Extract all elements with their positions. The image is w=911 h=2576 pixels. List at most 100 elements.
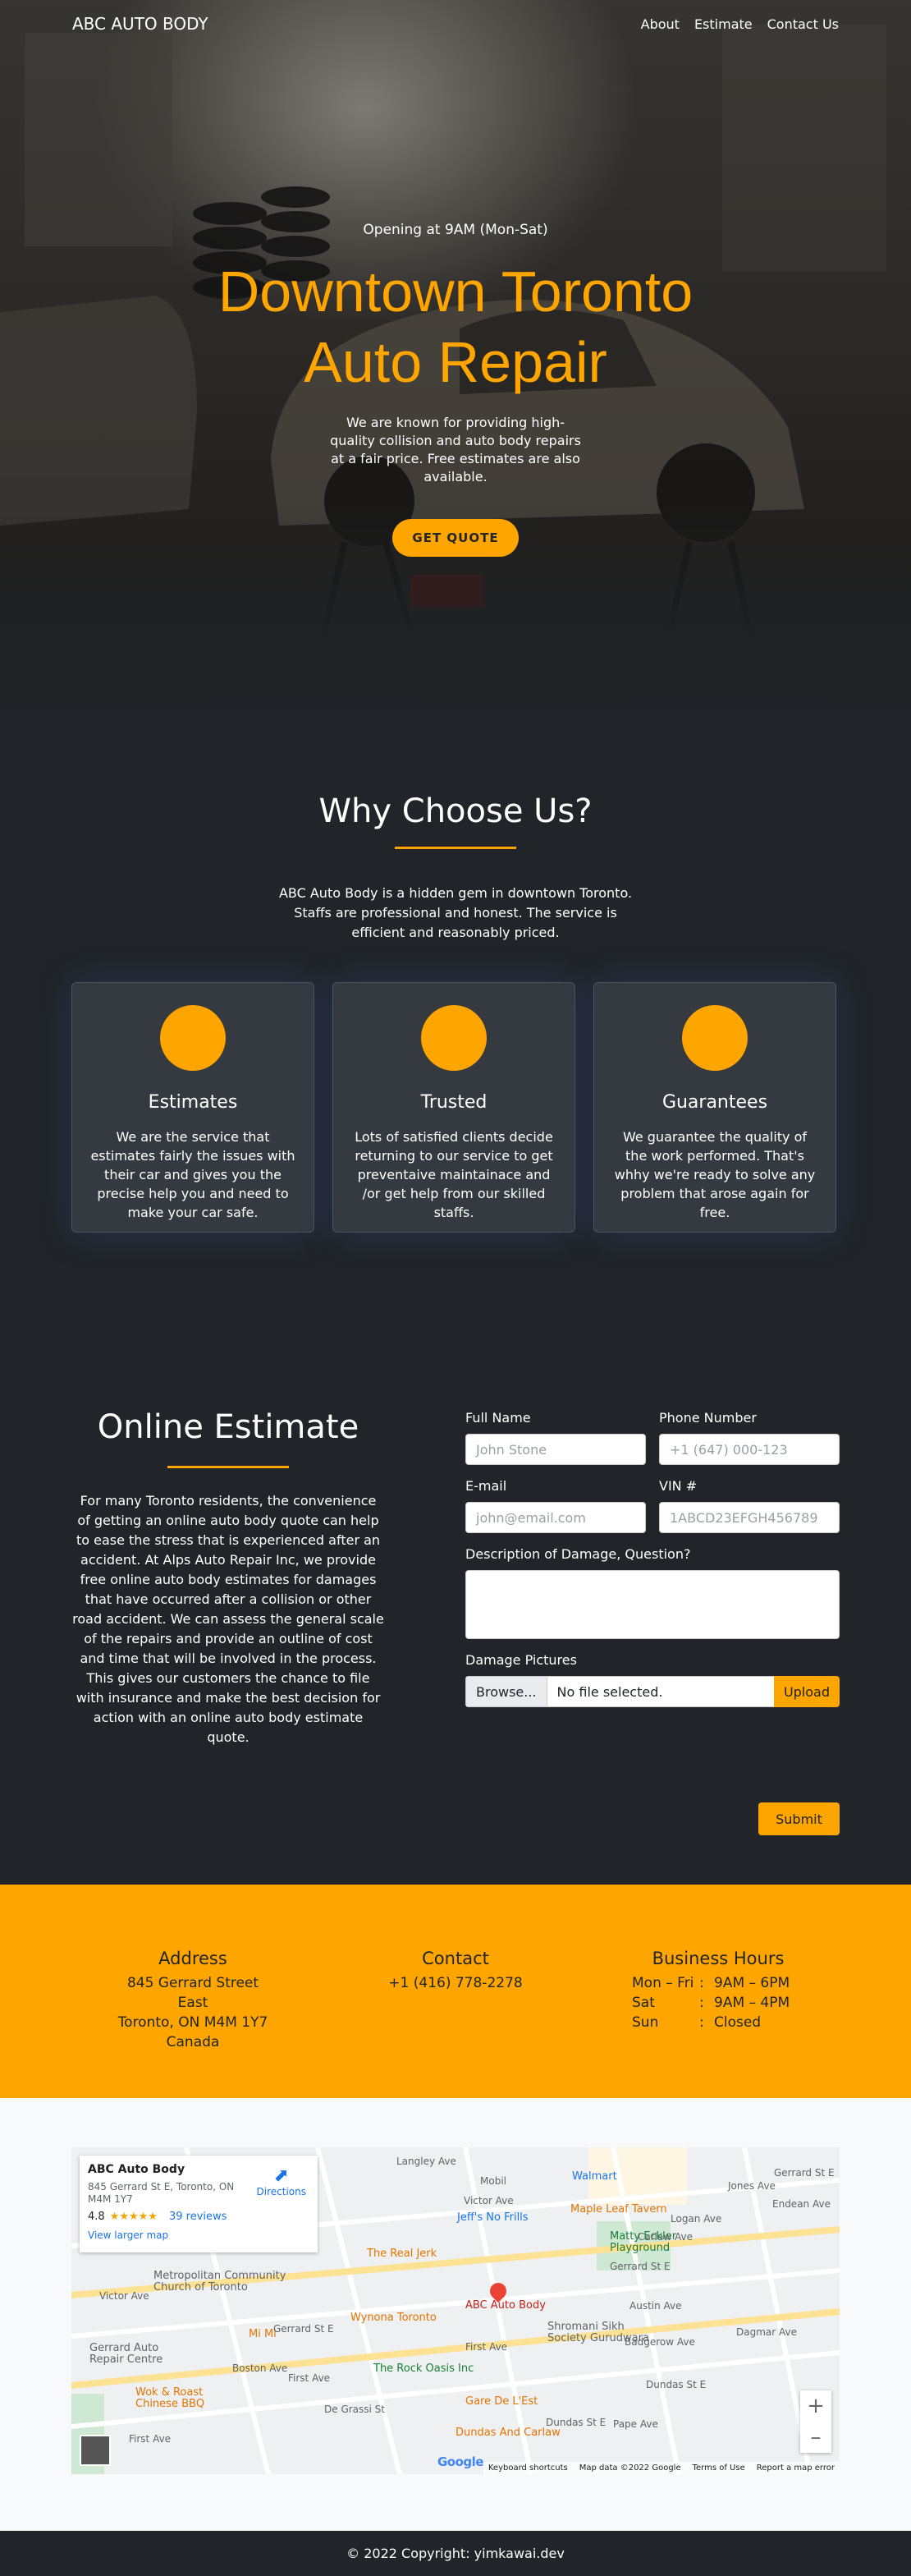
copyright-text: © 2022 Copyright: yimkawai.dev [346,2546,565,2561]
card-title: Estimates [148,1092,238,1113]
address-line: Toronto, ON M4M 1Y7 [117,2014,268,2031]
map-street-gerrard: Gerrard St E [273,2323,334,2335]
hours-day: Mon – Fri [632,1975,694,1991]
card-circle-icon [421,1005,487,1071]
directions-button[interactable]: ⬈ Directions [257,2165,306,2197]
map-rating-row: 4.8 ★★★★★ 39 reviews [88,2211,309,2223]
phone-input[interactable]: +1 (647) 000-123 [659,1434,840,1465]
hours-row: Sun : Closed [632,2013,804,2032]
contact-title: Contact [422,1949,489,1968]
full-name-label: Full Name [465,1410,531,1426]
map-label-walmart: Walmart [572,2170,617,2183]
terms-link[interactable]: Terms of Use [693,2464,745,2473]
map-label-mimi: Mi Mi [249,2328,277,2340]
why-title: Why Choose Us? [318,792,593,830]
feature-cards: Estimates We are the service that estima… [71,982,836,1233]
map-label-wok: Wok & Roast Chinese BBQ [135,2386,205,2410]
description-textarea[interactable] [465,1570,840,1639]
why-section: Why Choose Us? ABC Auto Body is a hidden… [0,727,911,1285]
vin-input[interactable]: 1ABCD23EFGH456789 [659,1502,840,1533]
nav-link-estimate[interactable]: Estimate [694,16,753,32]
contact-column: Contact +1 (416) 778-2278 [373,1949,538,1993]
hours-separator: : [699,1995,704,2011]
map-street-victor: Victor Ave [464,2195,514,2206]
get-quote-button[interactable]: GET QUOTE [392,519,519,557]
directions-label: Directions [256,2186,306,2197]
map-street-dundas-2: Dundas St E [546,2417,607,2428]
keyboard-shortcuts-link[interactable]: Keyboard shortcuts [488,2464,568,2473]
map-street-degrassi: De Grassi St [324,2404,385,2415]
nav-links: About Estimate Contact Us [641,16,839,32]
map-data-text: Map data ©2022 Google [579,2464,681,2473]
hours-time: Closed [714,2014,762,2031]
hours-title: Business Hours [652,1949,785,1968]
brand-logo[interactable]: ABC AUTO BODY [72,14,208,34]
hours-column: Business Hours Mon – Fri : 9AM – 6PM Sat… [632,1949,804,2032]
hours-row: Mon – Fri : 9AM – 6PM [632,1973,804,1993]
description-label: Description of Damage, Question? [465,1546,691,1562]
navbar: ABC AUTO BODY About Estimate Contact Us [0,0,911,48]
estimate-paragraph: For many Toronto residents, the convenie… [72,1493,384,1745]
zoom-out-button[interactable]: – [800,2422,831,2453]
card-trusted: Trusted Lots of satisfied clients decide… [332,982,575,1233]
card-guarantees: Guarantees We guarantee the quality of t… [593,982,836,1233]
email-input[interactable]: john@email.com [465,1502,646,1533]
zoom-controls: + – [800,2390,831,2453]
map-street-first: First Ave [465,2341,508,2353]
address-line: Canada [166,2034,220,2050]
map-label-metropolitan: Metropolitan Community Church of Toronto [153,2270,286,2294]
map-place-address: 845 Gerrard St E, Toronto, ON M4M 1Y7 [88,2181,235,2205]
damage-pictures-label: Damage Pictures [465,1652,577,1668]
map-reviews-link[interactable]: 39 reviews [169,2211,227,2223]
map-label-jeffs: Jeff's No Frills [457,2211,529,2224]
map-street-jones: Jones Ave [728,2180,776,2192]
browse-button[interactable]: Browse... [465,1676,547,1707]
address-column: Address 845 Gerrard Street East Toronto,… [111,1949,275,2052]
address-line: 845 Gerrard Street East [126,1975,259,2011]
hours-time: 9AM – 6PM [714,1975,790,1991]
card-title: Guarantees [662,1092,768,1113]
hours-row: Sat : 9AM – 4PM [632,1993,804,2013]
hero-title-line1: Downtown Toronto [217,259,694,324]
map-street-badgerow: Badgerow Ave [625,2336,695,2348]
map-footer: Keyboard shortcuts Map data ©2022 Google… [483,2462,840,2474]
map-label-rock-oasis: The Rock Oasis Inc [373,2362,474,2375]
submit-button[interactable]: Submit [758,1802,840,1835]
hero-title-line2: Auto Repair [304,330,607,394]
file-upload-group: Browse... No file selected. Upload [465,1676,840,1707]
view-larger-map-link[interactable]: View larger map [88,2229,309,2241]
card-text: We guarantee the quality of the work per… [614,1129,816,1220]
google-map[interactable]: ABC Auto Body 845 Gerrard St E, Toronto,… [71,2147,840,2474]
phone-label: Phone Number [659,1410,757,1426]
zoom-in-button[interactable]: + [800,2390,831,2422]
hero-description: We are known for providing high-quality … [330,415,581,484]
map-street-gerrard-3: Gerrard St E [774,2167,835,2179]
nav-link-contact[interactable]: Contact Us [767,16,839,32]
why-title-underline [395,847,516,849]
file-name-display: No file selected. [547,1676,774,1707]
estimate-intro: Online Estimate For many Toronto residen… [72,1285,384,1761]
phone-number[interactable]: +1 (416) 778-2278 [373,1973,538,1993]
satellite-toggle[interactable] [80,2435,111,2466]
card-text: We are the service that estimates fairly… [90,1129,295,1220]
map-street-carlaw: Carlaw Ave [638,2231,693,2243]
upload-button[interactable]: Upload [773,1676,840,1707]
opening-hours-text: Opening at 9AM (Mon-Sat) [363,222,548,238]
nav-link-about[interactable]: About [641,16,680,32]
map-street-first-2: First Ave [288,2372,331,2384]
card-title: Trusted [420,1092,488,1113]
hours-time: 9AM – 4PM [714,1995,790,2011]
google-logo: Google [437,2454,483,2469]
hours-separator: : [699,2014,704,2031]
map-street-austin: Austin Ave [629,2300,682,2312]
map-label-real-jerk: The Real Jerk [367,2248,437,2260]
map-street-pape: Pape Ave [613,2418,658,2430]
report-error-link[interactable]: Report a map error [757,2464,835,2473]
full-name-input[interactable]: John Stone [465,1434,646,1465]
contact-band: Address 845 Gerrard Street East Toronto,… [0,1885,911,2098]
map-section: ABC Auto Body 845 Gerrard St E, Toronto,… [0,2098,911,2531]
map-label-wynona: Wynona Toronto [350,2312,437,2324]
estimate-title-underline [167,1466,289,1468]
estimate-form: Full Name John Stone Phone Number +1 (64… [465,1410,840,1835]
card-circle-icon [682,1005,748,1071]
